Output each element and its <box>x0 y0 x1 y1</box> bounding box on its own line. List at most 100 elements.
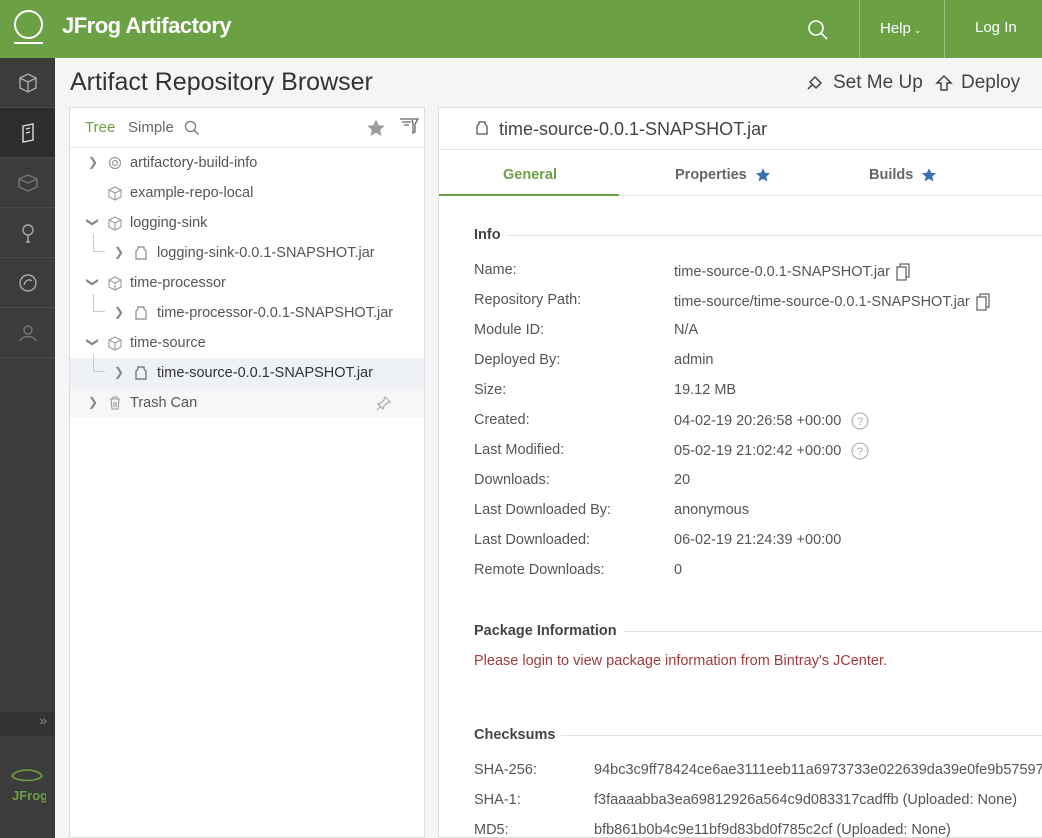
repository-path-value: time-source/time-source-0.0.1-SNAPSHOT.j… <box>674 294 970 310</box>
info-key: Module ID: <box>474 322 545 338</box>
upload-arrow-icon <box>935 74 953 91</box>
svg-text:?: ? <box>857 416 863 428</box>
tree-search-icon[interactable] <box>184 120 200 136</box>
collapse-arrow-icon[interactable]: ❯ <box>86 277 100 287</box>
left-navigation: » JFrog <box>0 58 55 838</box>
nav-packages[interactable] <box>0 158 55 208</box>
last-downloaded-by-value: anonymous <box>674 502 749 518</box>
collapse-arrow-icon[interactable]: ❯ <box>86 217 100 227</box>
active-tab-underline <box>439 194 619 196</box>
xray-icon <box>18 273 37 292</box>
set-me-up-button[interactable]: Set Me Up <box>805 72 923 94</box>
tree-connector <box>93 354 105 372</box>
tree-connector <box>93 294 105 312</box>
info-value: 04-02-19 20:26:58 +00:00 ? <box>674 412 869 430</box>
set-me-up-icon <box>807 75 823 90</box>
tree-tabs: Tree Simple <box>70 108 424 148</box>
nav-xray[interactable] <box>0 258 55 308</box>
info-key: Size: <box>474 382 507 398</box>
copy-icon[interactable] <box>894 262 912 282</box>
tree-item-example-repo-local[interactable]: example-repo-local <box>70 178 424 208</box>
tree-item-logging-sink-jar[interactable]: ❯ logging-sink-0.0.1-SNAPSHOT.jar <box>70 234 424 268</box>
detail-header: time-source-0.0.1-SNAPSHOT.jar <box>439 108 1042 150</box>
builds-icon <box>21 223 34 243</box>
tab-general[interactable]: General <box>503 167 557 183</box>
nav-admin[interactable] <box>0 308 55 358</box>
tree-item-label: time-source-0.0.1-SNAPSHOT.jar <box>157 365 373 381</box>
jar-file-icon <box>135 306 147 320</box>
top-bar: JFrog Artifactory Help ⌄ Log In <box>0 0 1042 58</box>
expand-nav-icon[interactable]: » <box>0 712 55 736</box>
tree-item-trash-can[interactable]: ❯ Trash Can <box>70 388 424 418</box>
tree-item-label: artifactory-build-info <box>130 155 258 171</box>
detail-panel: time-source-0.0.1-SNAPSHOT.jar General P… <box>438 107 1042 838</box>
checksums-section-title: Checksums <box>474 727 562 743</box>
tree-item-label: example-repo-local <box>130 185 254 201</box>
build-info-repo-icon <box>108 156 122 170</box>
tree-item-time-processor[interactable]: ❯ time-processor <box>70 268 424 298</box>
tree-item-label: logging-sink <box>130 215 208 231</box>
jfrog-logo-icon[interactable] <box>14 10 43 39</box>
size-value: 19.12 MB <box>674 382 737 398</box>
package-login-message[interactable]: Please login to view package information… <box>474 653 887 669</box>
tab-tree[interactable]: Tree <box>85 119 115 136</box>
nav-artifacts[interactable] <box>0 108 55 158</box>
deploy-label: Deploy <box>961 72 1021 93</box>
info-key: Last Downloaded: <box>474 532 591 548</box>
section-divider <box>474 235 1042 236</box>
star-icon <box>755 168 770 182</box>
favorites-star-icon[interactable] <box>366 118 386 138</box>
nav-home[interactable] <box>0 58 55 108</box>
name-value: time-source-0.0.1-SNAPSHOT.jar <box>674 264 890 280</box>
brand-name[interactable]: JFrog Artifactory <box>62 13 232 39</box>
expand-arrow-icon[interactable]: ❯ <box>88 155 98 169</box>
tree-item-time-source[interactable]: ❯ time-source <box>70 328 424 358</box>
deploy-button[interactable]: Deploy <box>935 72 1020 94</box>
trash-icon <box>110 396 120 410</box>
tab-builds[interactable]: Builds <box>869 167 937 183</box>
help-label: Help <box>880 20 911 37</box>
sha1-value: f3faaaabba3ea69812926a564c9d083317cadffb… <box>594 792 1018 808</box>
svg-text:?: ? <box>857 446 863 458</box>
tree-item-artifactory-build-info[interactable]: ❯ artifactory-build-info <box>70 148 424 178</box>
tree-item-time-source-jar[interactable]: ❯ time-source-0.0.1-SNAPSHOT.jar <box>70 354 424 388</box>
tab-label: Builds <box>869 167 914 183</box>
topbar-divider <box>859 0 860 58</box>
expand-arrow-icon[interactable]: ❯ <box>88 395 98 409</box>
info-key: Name: <box>474 262 517 278</box>
downloads-value: 20 <box>674 472 691 488</box>
info-key: Created: <box>474 412 530 428</box>
help-menu-button[interactable]: Help ⌄ <box>880 20 921 37</box>
copy-icon[interactable] <box>974 292 992 312</box>
login-button[interactable]: Log In <box>975 19 1017 36</box>
repo-box-icon <box>108 276 122 291</box>
checksum-key: SHA-1: <box>474 792 521 808</box>
tab-simple[interactable]: Simple <box>128 119 174 136</box>
info-key: Last Modified: <box>474 442 565 458</box>
tree-panel: Tree Simple ❯ artifactory-build-info exa… <box>69 107 425 838</box>
tree-connector <box>93 234 105 252</box>
info-section-title: Info <box>474 227 507 243</box>
help-question-icon[interactable]: ? <box>851 442 869 460</box>
expand-arrow-icon[interactable]: ❯ <box>114 305 124 319</box>
page-title: Artifact Repository Browser <box>70 68 373 96</box>
pin-icon[interactable] <box>376 395 392 411</box>
tab-properties[interactable]: Properties <box>675 167 771 183</box>
collapse-arrow-icon[interactable]: ❯ <box>86 337 100 347</box>
help-question-icon[interactable]: ? <box>851 412 869 430</box>
tree-item-label: Trash Can <box>130 395 198 411</box>
expand-arrow-icon[interactable]: ❯ <box>114 365 124 379</box>
tree-item-logging-sink[interactable]: ❯ logging-sink <box>70 208 424 238</box>
search-icon[interactable] <box>807 19 829 41</box>
package-section-title: Package Information <box>474 623 623 639</box>
deployed-by-value: admin <box>674 352 714 368</box>
sha256-value: 94bc3c9ff78424ce6ae3111eeb11a6973733e022… <box>594 762 1042 778</box>
tree-item-time-processor-jar[interactable]: ❯ time-processor-0.0.1-SNAPSHOT.jar <box>70 294 424 328</box>
info-value: time-source/time-source-0.0.1-SNAPSHOT.j… <box>674 292 992 312</box>
info-key: Remote Downloads: <box>474 562 605 578</box>
tab-label: General <box>503 167 557 183</box>
expand-arrow-icon[interactable]: ❯ <box>114 245 124 259</box>
filter-icon[interactable] <box>399 117 419 137</box>
repo-box-icon <box>108 216 122 231</box>
nav-builds[interactable] <box>0 208 55 258</box>
